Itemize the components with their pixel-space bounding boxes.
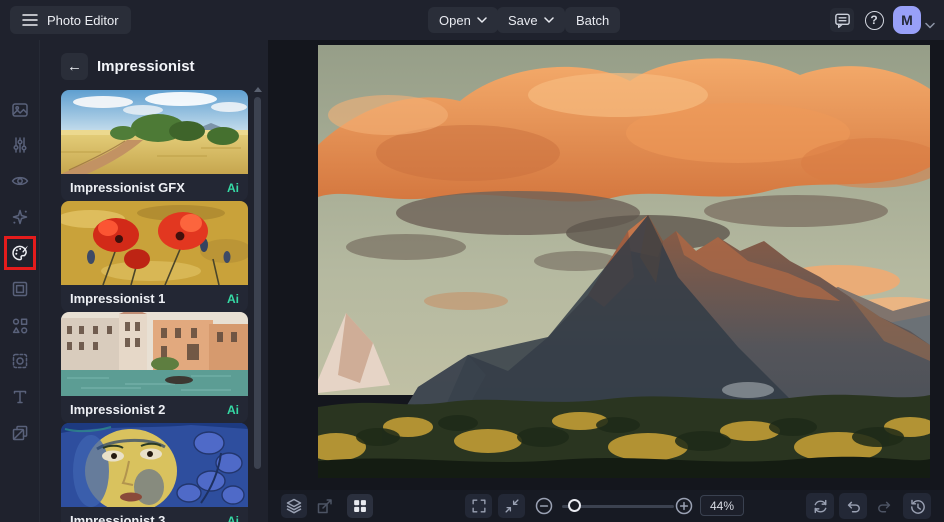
- topbar: Photo Editor Open Save Batch ? M: [0, 0, 944, 40]
- save-button[interactable]: Save: [497, 7, 565, 33]
- zoom-level-value: 44%: [709, 498, 735, 513]
- batch-button[interactable]: Batch: [565, 7, 621, 33]
- sidebar-item-retouch[interactable]: [10, 171, 30, 191]
- style-label-bar: Impressionist 2 Ai: [61, 396, 248, 423]
- avatar-initial: M: [901, 12, 913, 28]
- adjust-icon: [13, 137, 27, 153]
- undo-icon: [847, 501, 860, 512]
- style-card-impressionist-2[interactable]: Impressionist 2 Ai: [61, 312, 248, 423]
- chevron-down-icon: [925, 22, 935, 29]
- sidebar-item-collage[interactable]: [10, 423, 30, 443]
- canvas-image[interactable]: [318, 45, 930, 478]
- style-label: Impressionist 1: [70, 291, 166, 306]
- art-effects-icon: [12, 245, 28, 261]
- fit-screen-icon: [504, 499, 519, 513]
- ai-badge: Ai: [227, 291, 239, 306]
- account-menu-chevron[interactable]: [925, 16, 935, 34]
- photo-editor-app: Photo Editor Open Save Batch ? M ← Impre…: [0, 0, 944, 522]
- fullscreen-icon: [471, 499, 486, 513]
- zoom-in-icon: [675, 497, 693, 515]
- redo-button: [874, 496, 894, 516]
- panel-title: Impressionist: [97, 58, 195, 75]
- ai-badge: Ai: [227, 402, 239, 417]
- style-label: Impressionist 3: [70, 513, 166, 522]
- zoom-out-button[interactable]: [534, 496, 554, 516]
- style-label-bar: Impressionist 1 Ai: [61, 285, 248, 312]
- sidebar-item-effects[interactable]: [10, 207, 30, 227]
- sidebar-item-photo[interactable]: [10, 100, 30, 120]
- ai-badge: Ai: [227, 180, 239, 195]
- compare-icon: [814, 499, 826, 513]
- help-button[interactable]: ?: [862, 8, 886, 32]
- styles-panel: ← Impressionist Impressionist GFX Ai Imp…: [40, 40, 268, 522]
- zoom-slider-knob[interactable]: [568, 499, 581, 512]
- grid-icon: [354, 500, 366, 512]
- statusbar: 44%: [268, 490, 944, 522]
- feedback-button[interactable]: [830, 8, 854, 32]
- canvas-area: [268, 40, 944, 490]
- fit-screen-button[interactable]: [498, 494, 525, 518]
- chevron-down-icon: [543, 17, 554, 23]
- style-thumbnail-landscape: [61, 90, 248, 174]
- frame-icon: [12, 281, 28, 297]
- feedback-bubble-icon: [834, 13, 850, 28]
- style-thumbnail-poppies: [61, 201, 248, 285]
- sidebar-item-art-effects[interactable]: [10, 243, 30, 263]
- sidebar-item-adjust[interactable]: [10, 135, 30, 155]
- mountain-photo: [318, 45, 930, 478]
- history-button[interactable]: [903, 493, 931, 519]
- sidebar-item-stickers[interactable]: [10, 351, 30, 371]
- transform-icon: [317, 499, 332, 514]
- hamburger-icon: [22, 14, 38, 26]
- fullscreen-button[interactable]: [465, 494, 492, 518]
- zoom-level-field[interactable]: 44%: [700, 495, 744, 516]
- zoom-in-button[interactable]: [674, 496, 694, 516]
- grid-view-button[interactable]: [347, 494, 373, 518]
- layers-icon: [286, 498, 302, 514]
- layers-button[interactable]: [281, 494, 307, 518]
- style-label: Impressionist GFX: [70, 180, 185, 195]
- main-menu-button[interactable]: Photo Editor: [10, 6, 131, 34]
- sidebar-item-text[interactable]: [10, 387, 30, 407]
- style-thumbnail-face: [61, 423, 248, 507]
- sidebar-item-elements[interactable]: [10, 316, 30, 336]
- avatar[interactable]: M: [893, 6, 921, 34]
- help-icon: ?: [864, 10, 884, 30]
- compare-button[interactable]: [806, 493, 834, 519]
- style-thumbnail-venice: [61, 312, 248, 396]
- open-button-label: Open: [439, 12, 471, 28]
- style-label-bar: Impressionist 3 Ai: [61, 507, 248, 522]
- redo-icon: [877, 501, 890, 512]
- style-card-impressionist-1[interactable]: Impressionist 1 Ai: [61, 201, 248, 312]
- elements-icon: [12, 318, 28, 334]
- chevron-down-icon: [477, 17, 487, 23]
- sticker-icon: [12, 353, 28, 369]
- batch-button-label: Batch: [576, 12, 610, 28]
- undo-button[interactable]: [839, 493, 867, 519]
- eye-icon: [11, 176, 29, 186]
- text-icon: [13, 390, 27, 404]
- back-button[interactable]: ←: [61, 53, 88, 80]
- collage-icon: [12, 425, 28, 441]
- style-card-impressionist-gfx[interactable]: Impressionist GFX Ai: [61, 90, 248, 201]
- zoom-out-icon: [535, 497, 553, 515]
- back-arrow-icon: ←: [67, 58, 82, 75]
- photo-icon: [12, 103, 28, 117]
- transform-button: [315, 496, 335, 516]
- style-label-bar: Impressionist GFX Ai: [61, 174, 248, 201]
- tool-rail: [0, 40, 40, 522]
- sidebar-item-frames[interactable]: [10, 279, 30, 299]
- save-button-label: Save: [508, 12, 538, 28]
- scrollbar-up-arrow[interactable]: [254, 87, 262, 92]
- style-label: Impressionist 2: [70, 402, 166, 417]
- app-title: Photo Editor: [47, 12, 119, 28]
- open-button[interactable]: Open: [428, 7, 498, 33]
- effects-icon: [12, 209, 28, 225]
- help-glyph: ?: [870, 13, 878, 27]
- ai-badge: Ai: [227, 513, 239, 522]
- panel-scrollbar[interactable]: [254, 97, 261, 469]
- history-icon: [910, 499, 925, 514]
- style-card-impressionist-3[interactable]: Impressionist 3 Ai: [61, 423, 248, 522]
